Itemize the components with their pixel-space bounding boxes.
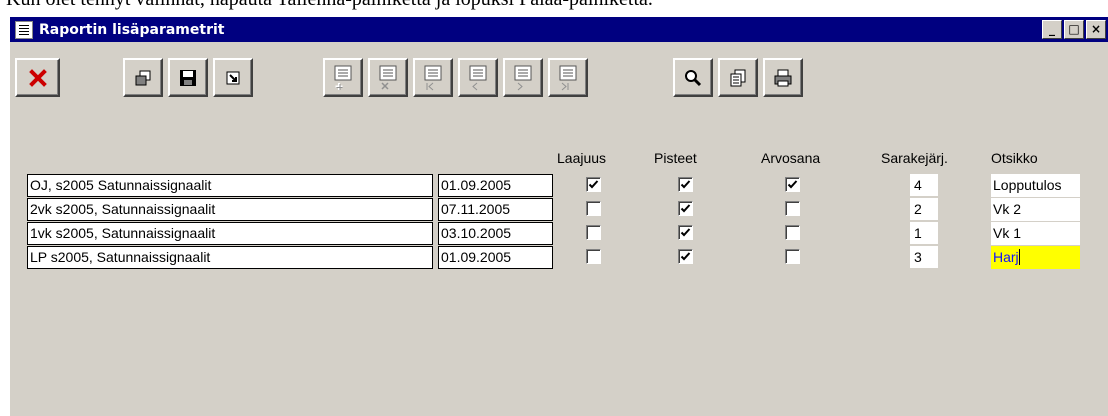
search-button[interactable] (673, 58, 713, 97)
doc-delete-icon (379, 65, 397, 90)
date-field[interactable]: 07.11.2005 (438, 198, 553, 221)
doc-first-icon (424, 65, 442, 90)
copy-button[interactable] (123, 58, 163, 97)
date-field[interactable]: 01.09.2005 (438, 246, 553, 269)
column-header-otsikko: Otsikko (991, 150, 1038, 166)
doc-last-icon (559, 65, 577, 90)
return-button[interactable] (213, 58, 253, 97)
minimize-button[interactable]: _ (1042, 20, 1062, 39)
arvosana-checkbox[interactable] (785, 249, 800, 264)
report-parameters-window: Raportin lisäparametrit _ □ × Laajuus Pi… (8, 15, 1108, 416)
column-order-field[interactable]: 4 (910, 174, 938, 196)
document-instruction-text: Kun olet tehnyt valinnat, napauta Tallen… (6, 0, 653, 11)
column-title-text: Vk 2 (993, 201, 1022, 217)
printer-icon (774, 69, 792, 86)
checkmark-icon (680, 252, 691, 261)
laajuus-checkbox[interactable] (586, 177, 601, 192)
checkmark-icon (588, 180, 599, 189)
laajuus-checkbox[interactable] (586, 201, 601, 216)
date-field[interactable]: 03.10.2005 (438, 222, 553, 245)
delete-record-button[interactable] (368, 58, 408, 97)
document-icon (730, 69, 746, 86)
first-record-button[interactable] (413, 58, 453, 97)
column-header-laajuus: Laajuus (557, 150, 607, 166)
copy-icon (135, 70, 151, 85)
pisteet-checkbox[interactable] (678, 249, 693, 264)
checkmark-icon (787, 180, 798, 189)
magnifier-icon (685, 69, 702, 86)
arrow-return-icon (226, 71, 240, 84)
window-title: Raportin lisäparametrit (39, 21, 225, 38)
floppy-disk-icon (180, 69, 196, 86)
column-title-field[interactable]: Lopputulos (991, 174, 1080, 197)
prev-record-button[interactable] (458, 58, 498, 97)
document-button[interactable] (718, 58, 758, 97)
window-app-icon (15, 20, 33, 39)
text-caret (1018, 249, 1020, 265)
doc-next-icon (514, 65, 532, 90)
laajuus-checkbox[interactable] (586, 249, 601, 264)
column-header-arvosana: Arvosana (761, 150, 821, 166)
close-report-button[interactable] (15, 58, 60, 97)
date-field[interactable]: 01.09.2005 (438, 174, 553, 197)
save-button[interactable] (168, 58, 208, 97)
next-record-button[interactable] (503, 58, 543, 97)
doc-add-icon (334, 65, 352, 90)
print-button[interactable] (763, 58, 803, 97)
course-name-field[interactable]: LP s2005, Satunnaissignaalit (27, 246, 433, 269)
course-name-field[interactable]: OJ, s2005 Satunnaissignaalit (27, 174, 433, 197)
column-title-field[interactable]: Vk 1 (991, 222, 1080, 245)
pisteet-checkbox[interactable] (678, 225, 693, 240)
add-record-button[interactable] (323, 58, 363, 97)
column-order-field[interactable]: 2 (910, 198, 938, 220)
doc-prev-icon (469, 65, 487, 90)
course-name-field[interactable]: 1vk s2005, Satunnaissignaalit (27, 222, 433, 245)
column-title-text: Lopputulos (993, 177, 1062, 193)
maximize-button[interactable]: □ (1064, 20, 1084, 39)
column-title-text: Vk 1 (993, 225, 1022, 241)
checkmark-icon (680, 228, 691, 237)
column-header-pisteet: Pisteet (654, 150, 697, 166)
arvosana-checkbox[interactable] (785, 201, 800, 216)
column-header-sarakejarj: Sarakejärj. (881, 150, 948, 166)
close-window-button[interactable]: × (1086, 20, 1106, 39)
title-bar: Raportin lisäparametrit _ □ × (10, 17, 1108, 42)
column-order-field[interactable]: 1 (910, 222, 938, 244)
red-x-icon (28, 68, 47, 87)
arvosana-checkbox[interactable] (785, 225, 800, 240)
laajuus-checkbox[interactable] (586, 225, 601, 240)
column-order-field[interactable]: 3 (910, 246, 938, 268)
arvosana-checkbox[interactable] (785, 177, 800, 192)
column-title-text: Harj (993, 249, 1019, 265)
checkmark-icon (680, 204, 691, 213)
column-title-field[interactable]: Harj (991, 246, 1080, 269)
course-name-field[interactable]: 2vk s2005, Satunnaissignaalit (27, 198, 433, 221)
pisteet-checkbox[interactable] (678, 177, 693, 192)
checkmark-icon (680, 180, 691, 189)
window-controls: _ □ × (1040, 20, 1106, 39)
column-title-field[interactable]: Vk 2 (991, 198, 1080, 221)
pisteet-checkbox[interactable] (678, 201, 693, 216)
last-record-button[interactable] (548, 58, 588, 97)
